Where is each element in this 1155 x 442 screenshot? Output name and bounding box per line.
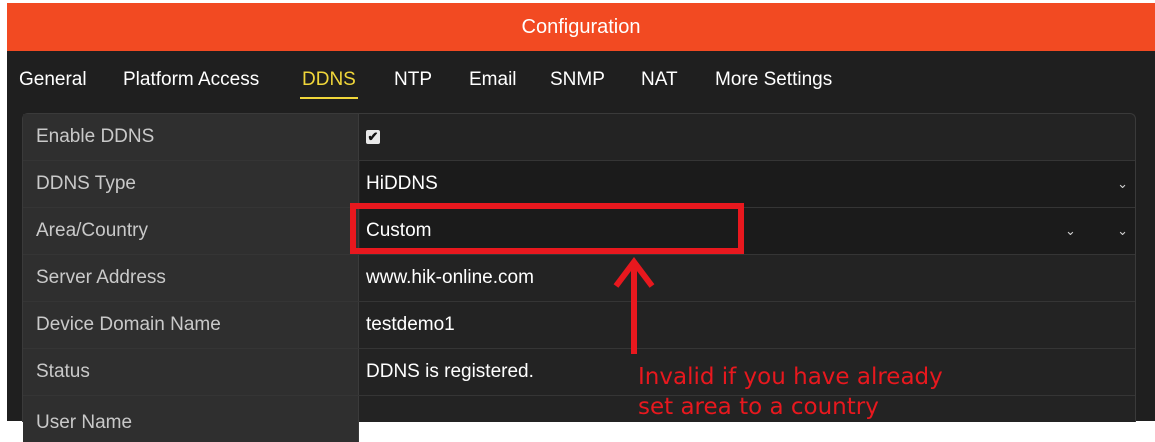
ddns-type-label: DDNS Type [23, 161, 359, 207]
row-status: Status DDNS is registered. [23, 349, 1135, 396]
device-domain-name-value[interactable]: testdemo1 [360, 302, 1135, 348]
enable-ddns-checkbox[interactable]: ✔ [366, 130, 380, 144]
tab-ntp[interactable]: NTP [394, 69, 432, 91]
annotation-text: Invalid if you have already set area to … [638, 362, 943, 422]
row-device-domain-name: Device Domain Name testdemo1 [23, 302, 1135, 349]
tab-general[interactable]: General [19, 69, 87, 91]
highlight-box [350, 203, 744, 254]
row-enable-ddns: Enable DDNS ✔ [23, 114, 1135, 161]
tab-more-settings[interactable]: More Settings [715, 69, 832, 91]
ddns-type-value: HiDDNS [366, 173, 438, 194]
tab-ddns-label: DDNS [302, 69, 356, 90]
server-address-value[interactable]: www.hik-online.com [360, 255, 1135, 301]
tab-bar: General Platform Access DDNS NTP Email S… [7, 51, 1155, 109]
user-name-label: User Name [23, 396, 359, 442]
row-user-name: User Name [23, 396, 1135, 442]
annotation-arrow-icon [613, 257, 655, 354]
tab-snmp[interactable]: SNMP [550, 69, 605, 91]
window-titlebar: Configuration [7, 3, 1155, 51]
ddns-settings-panel: Enable DDNS ✔ DDNS Type HiDDNS ⌄ Area/Co… [22, 113, 1136, 442]
row-server-address: Server Address www.hik-online.com [23, 255, 1135, 302]
server-address-label: Server Address [23, 255, 359, 301]
enable-ddns-value: ✔ [360, 114, 1135, 160]
annotation-line-1: Invalid if you have already [638, 364, 943, 390]
tab-platform-access[interactable]: Platform Access [123, 69, 259, 91]
ddns-type-select[interactable]: HiDDNS ⌄ [360, 161, 1135, 207]
device-domain-name-label: Device Domain Name [23, 302, 359, 348]
row-ddns-type: DDNS Type HiDDNS ⌄ [23, 161, 1135, 208]
enable-ddns-label: Enable DDNS [23, 114, 359, 160]
active-tab-indicator [300, 97, 358, 99]
window-title: Configuration [521, 15, 641, 38]
chevron-down-icon: ⌄ [1065, 223, 1076, 238]
annotation-line-2: set area to a country [638, 394, 879, 420]
tab-email[interactable]: Email [469, 69, 517, 91]
tab-ddns[interactable]: DDNS [300, 69, 358, 99]
tab-nat[interactable]: NAT [641, 69, 678, 91]
chevron-down-icon: ⌄ [1117, 176, 1128, 191]
chevron-down-icon: ⌄ [1117, 223, 1128, 238]
area-country-label: Area/Country [23, 208, 359, 254]
status-label: Status [23, 349, 359, 395]
